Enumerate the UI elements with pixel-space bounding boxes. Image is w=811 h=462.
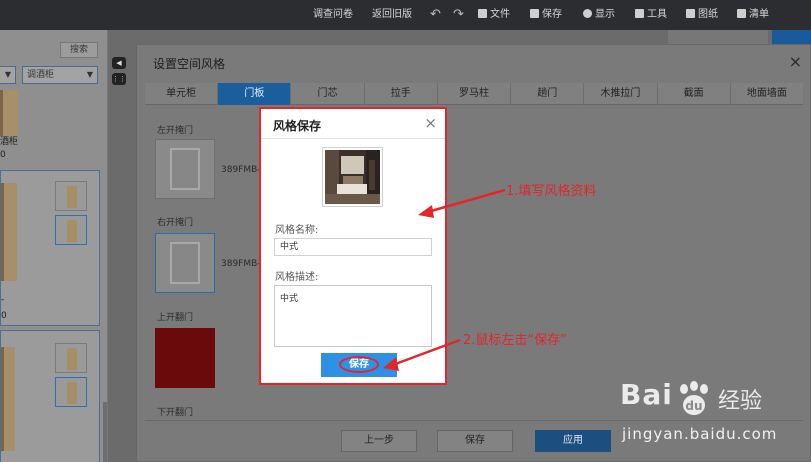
product-card[interactable]: - 0 bbox=[0, 170, 100, 326]
modal-header: 风格保存 × bbox=[261, 109, 445, 139]
product-thumbnail[interactable] bbox=[0, 90, 18, 136]
scrollbar[interactable] bbox=[103, 402, 107, 462]
product-panel: 搜索 ▼ 调酒柜 ▼ 酒柜 0 - 0 bbox=[0, 30, 108, 462]
group-label-up-door: 上开翻门 bbox=[157, 313, 194, 323]
tab-handle[interactable]: 拉手 bbox=[365, 83, 438, 105]
file-menu[interactable]: 文件 bbox=[478, 0, 510, 30]
variant-thumbnail[interactable] bbox=[55, 181, 87, 211]
product-count: 0 bbox=[0, 150, 6, 160]
door-code: 389FMB- bbox=[221, 259, 261, 269]
annotation-step-2: 2.鼠标左击“保存” bbox=[463, 333, 567, 348]
old-version-link[interactable]: 返回旧版 bbox=[372, 0, 412, 30]
style-name-label: 风格名称: bbox=[275, 225, 319, 236]
door-code: 389FMB- bbox=[221, 165, 261, 175]
variant-thumbnail-selected[interactable] bbox=[55, 377, 87, 407]
modal-save-button[interactable]: 保存 bbox=[321, 353, 397, 377]
watermark: Bai du 经验 jingyan.baidu.com bbox=[620, 378, 808, 460]
tools-menu-label: 工具 bbox=[647, 9, 667, 20]
variant-thumbnail[interactable] bbox=[55, 343, 87, 373]
drawings-menu[interactable]: 图纸 bbox=[686, 0, 718, 30]
product-count: 0 bbox=[1, 311, 7, 321]
chevron-down-icon: ▼ bbox=[86, 70, 93, 79]
annotation-step-1: 1.填写风格资料 bbox=[506, 184, 597, 199]
file-menu-label: 文件 bbox=[490, 9, 510, 20]
subcategory-select-value: 调酒柜 bbox=[27, 70, 55, 80]
group-label-down-door: 下开翻门 bbox=[157, 408, 194, 418]
redo-icon[interactable]: ↷ bbox=[453, 0, 464, 30]
top-toolbar: 调查问卷 返回旧版 ↶ ↷ 文件 保存 显示 工具 图纸 清单 bbox=[0, 0, 811, 30]
product-thumbnail bbox=[1, 347, 15, 451]
door-option-selected[interactable] bbox=[155, 233, 215, 293]
chevron-down-icon: ▼ bbox=[4, 70, 11, 79]
door-option-red[interactable] bbox=[155, 328, 215, 388]
svg-text:du: du bbox=[685, 399, 702, 413]
close-icon[interactable]: × bbox=[789, 52, 802, 71]
search-button[interactable]: 搜索 bbox=[60, 42, 98, 58]
undo-icon[interactable]: ↶ bbox=[430, 0, 441, 30]
category-select[interactable]: ▼ bbox=[0, 66, 16, 84]
background-panel bbox=[668, 30, 768, 44]
display-menu-label: 显示 bbox=[595, 9, 615, 20]
variant-thumbnail-selected[interactable] bbox=[55, 215, 87, 245]
product-marker: - bbox=[1, 295, 5, 305]
apply-button[interactable]: 应用 bbox=[535, 430, 611, 452]
watermark-cn: 经验 bbox=[718, 389, 763, 414]
collapse-panel-icon[interactable]: ◀ bbox=[112, 57, 126, 69]
tab-roman-column[interactable]: 罗马柱 bbox=[438, 83, 512, 105]
list-menu[interactable]: 清单 bbox=[737, 0, 769, 30]
survey-link[interactable]: 调查问卷 bbox=[313, 0, 353, 30]
background-accent bbox=[772, 30, 811, 44]
style-desc-label: 风格描述: bbox=[275, 272, 319, 283]
folder-icon bbox=[478, 9, 487, 18]
watermark-url: jingyan.baidu.com bbox=[622, 425, 778, 443]
style-save-modal: 风格保存 × 风格名称: 中式 风格描述: 中式 保存 bbox=[259, 107, 447, 385]
group-label-left-door: 左开掩门 bbox=[157, 126, 194, 136]
group-label-right-door: 右开掩门 bbox=[157, 218, 194, 228]
prev-step-button[interactable]: 上一步 bbox=[341, 430, 417, 452]
drawing-icon bbox=[686, 9, 695, 18]
tab-unit-cabinet[interactable]: 单元柜 bbox=[145, 83, 219, 105]
style-name-input[interactable]: 中式 bbox=[274, 238, 432, 256]
eye-icon bbox=[583, 9, 592, 18]
tab-sliding-door[interactable]: 趟门 bbox=[511, 83, 585, 105]
display-menu[interactable]: 显示 bbox=[583, 0, 615, 30]
product-thumbnail bbox=[1, 183, 17, 281]
paw-logo-icon: du bbox=[680, 381, 708, 415]
style-desc-textarea[interactable]: 中式 bbox=[274, 285, 432, 347]
dialog-title: 设置空间风格 bbox=[153, 57, 226, 71]
wrench-icon bbox=[635, 9, 644, 18]
watermark-brand: Bai bbox=[620, 378, 673, 411]
close-icon[interactable]: × bbox=[424, 114, 437, 132]
highlight-ring bbox=[339, 356, 379, 373]
grid-toggle-icon[interactable]: ⋮⋮ bbox=[112, 73, 126, 85]
save-button[interactable]: 保存 bbox=[437, 430, 513, 452]
tab-wood-sliding-door[interactable]: 木推拉门 bbox=[584, 83, 658, 105]
floppy-icon bbox=[530, 9, 539, 18]
tab-section[interactable]: 截面 bbox=[658, 83, 731, 105]
style-tabs: 单元柜 门板 门芯 拉手 罗马柱 趟门 木推拉门 截面 地面墙面 bbox=[145, 83, 803, 105]
door-option[interactable] bbox=[155, 139, 215, 199]
tab-door-core[interactable]: 门芯 bbox=[291, 83, 365, 105]
save-menu-label: 保存 bbox=[542, 9, 562, 20]
list-menu-label: 清单 bbox=[749, 9, 769, 20]
list-icon bbox=[737, 9, 746, 18]
modal-title: 风格保存 bbox=[273, 119, 322, 133]
save-menu[interactable]: 保存 bbox=[530, 0, 562, 30]
drawings-menu-label: 图纸 bbox=[698, 9, 718, 20]
subcategory-select[interactable]: 调酒柜 ▼ bbox=[22, 66, 98, 84]
tab-floor-wall[interactable]: 地面墙面 bbox=[731, 83, 803, 105]
tools-menu[interactable]: 工具 bbox=[635, 0, 667, 30]
product-card[interactable] bbox=[0, 330, 100, 462]
tab-door-panel[interactable]: 门板 bbox=[218, 83, 292, 105]
product-name: 酒柜 bbox=[0, 137, 19, 147]
room-preview-image bbox=[325, 150, 380, 204]
style-thumbnail bbox=[322, 147, 383, 207]
